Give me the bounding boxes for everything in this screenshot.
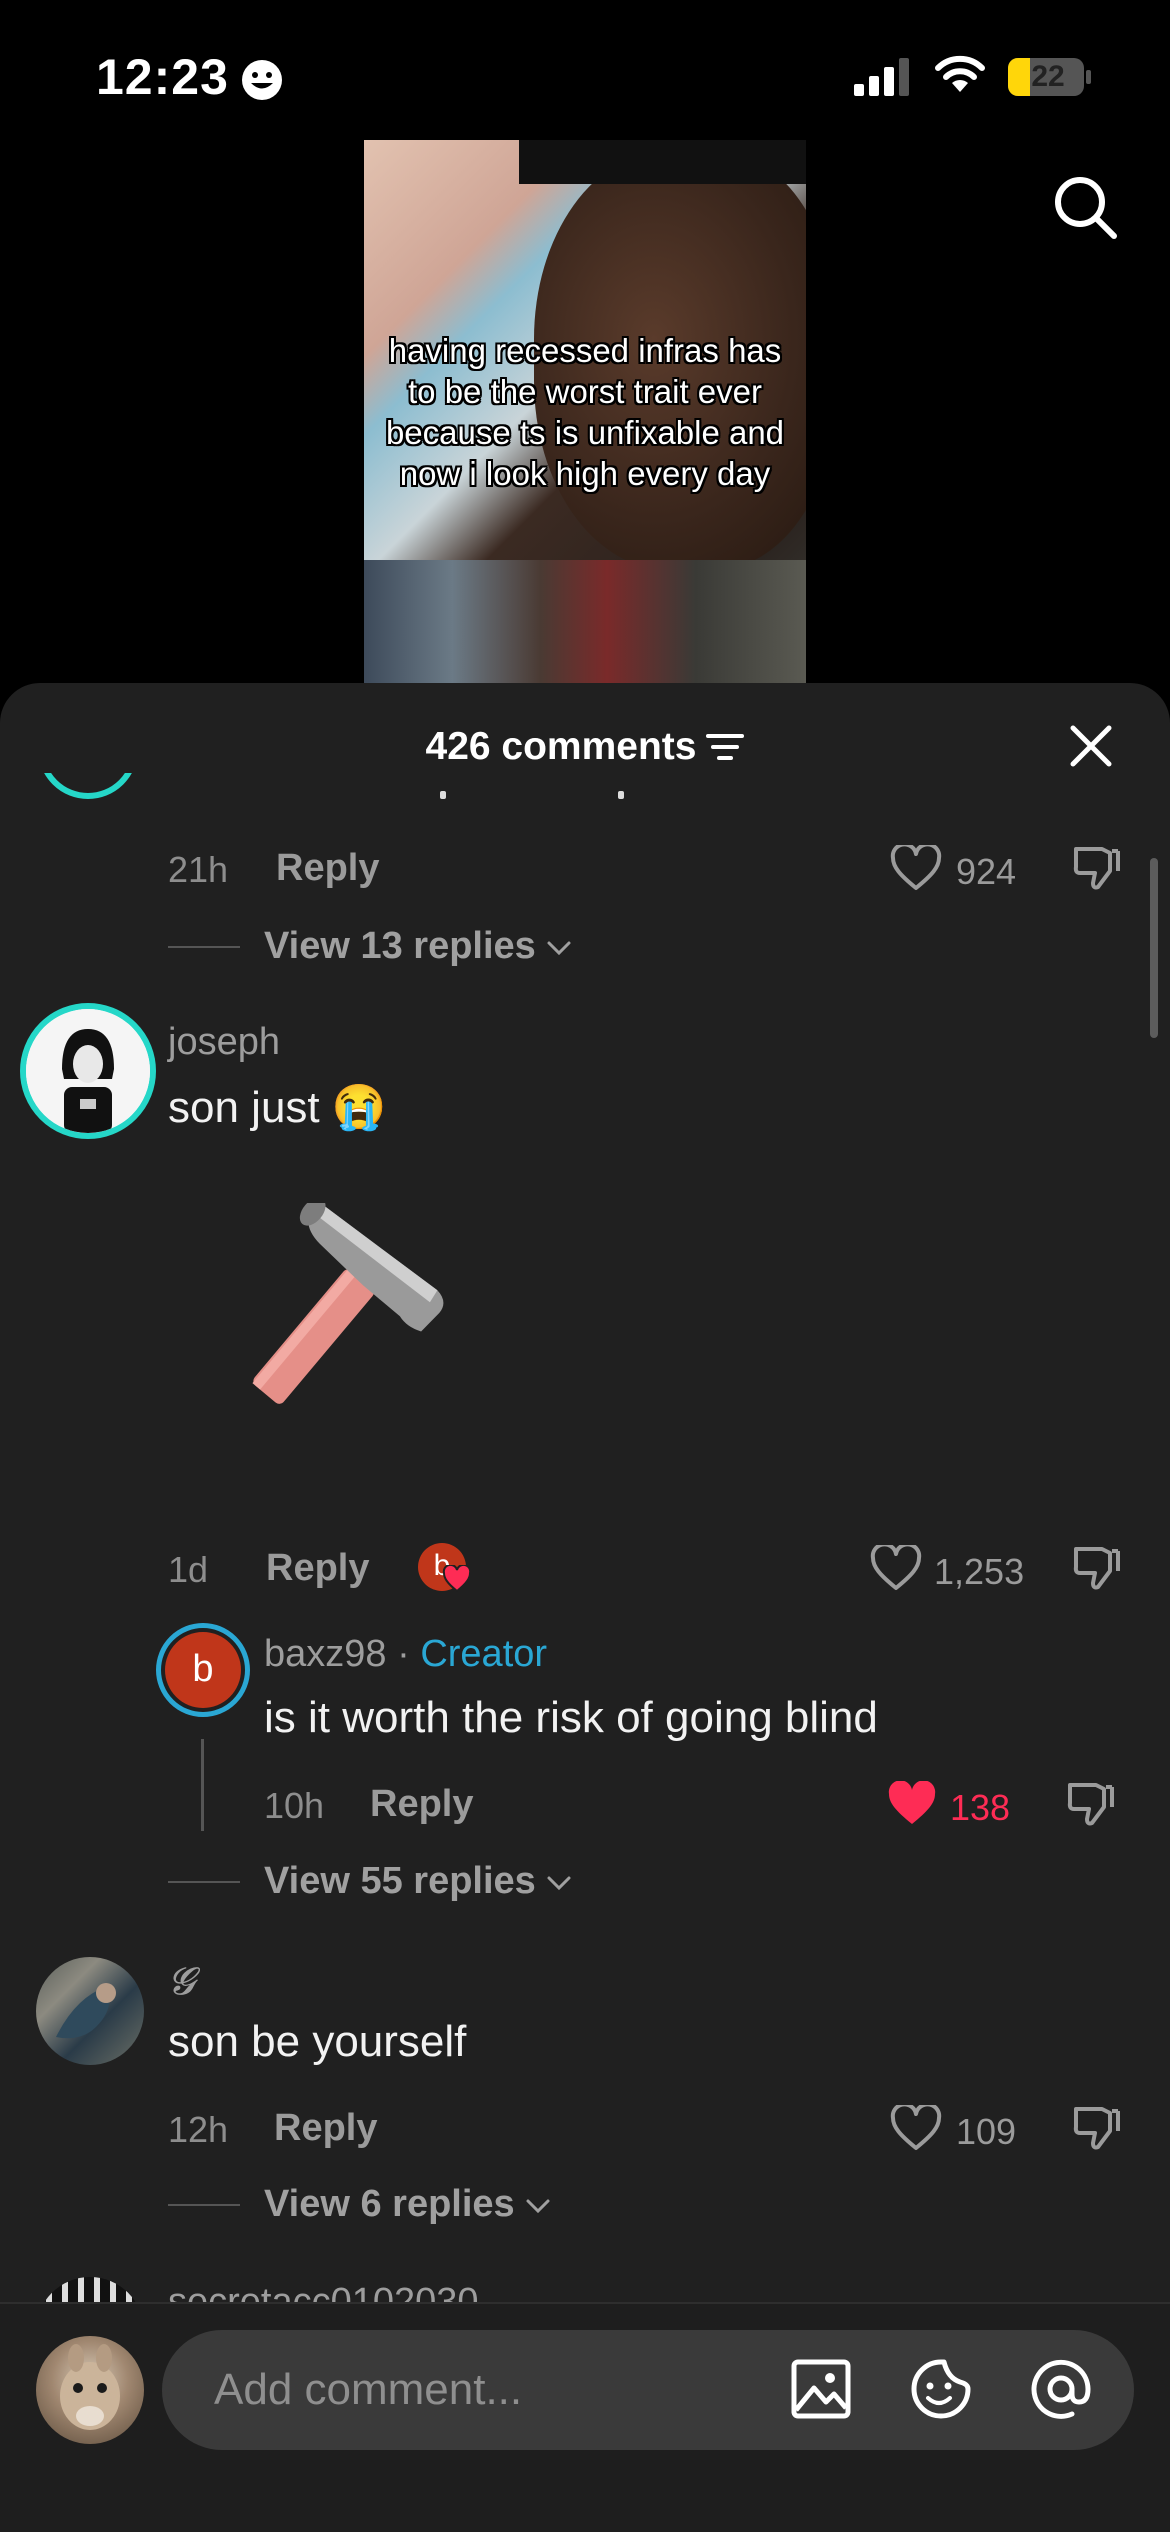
chevron-down-icon [526, 2199, 550, 2214]
comment-3-view-replies[interactable]: View 6 replies [264, 2183, 551, 2226]
comment-1-like-count: 1,253 [934, 1551, 1025, 1592]
dislike-icon[interactable] [1066, 1779, 1116, 1829]
comment-input[interactable] [162, 2330, 1134, 2450]
comment-3-like-count: 109 [956, 2111, 1017, 2152]
avatar[interactable] [36, 1957, 144, 2065]
video-preview[interactable]: having recessed infras has to be the wor… [364, 140, 806, 685]
smiley-face-icon [242, 60, 282, 100]
comment-3-time: 12h [168, 2109, 229, 2150]
comments-header: 426 comments [0, 683, 1170, 803]
avatar[interactable] [20, 1003, 156, 1139]
my-avatar-image [60, 2344, 120, 2430]
dislike-icon[interactable] [1072, 1543, 1122, 1593]
comments-sheet: 426 comments 21h Reply 924 View 13 repli… [0, 683, 1170, 2532]
comment-2-username[interactable]: baxz98 [264, 1633, 387, 1675]
avatar-ring-partial [38, 773, 138, 799]
creator-liked-badge: b [418, 1543, 472, 1595]
video-caption: having recessed infras has to be the wor… [385, 332, 785, 492]
comment-3-username[interactable]: 𝓖 [168, 1959, 195, 2004]
hammer-sticker[interactable] [220, 1203, 460, 1423]
mention-icon[interactable] [1028, 2356, 1094, 2422]
dislike-icon[interactable] [1072, 843, 1122, 893]
comment-0-time: 21h [168, 849, 229, 890]
my-avatar[interactable] [36, 2336, 144, 2444]
battery-level: 22 [1031, 60, 1065, 93]
avatar-image [26, 1009, 150, 1133]
comment-1-reply-button[interactable]: Reply [266, 1547, 369, 1590]
comments-count[interactable]: 426 comments [0, 723, 1170, 769]
heart-filled-icon [442, 1565, 472, 1593]
comment-0-cut-text [440, 791, 446, 799]
comment-0-cut-text-2 [618, 791, 624, 799]
image-icon[interactable] [788, 2356, 854, 2422]
heart-outline-icon[interactable] [870, 1545, 922, 1591]
creator-avatar-letter: b [165, 1632, 241, 1708]
comment-2-time: 10h [264, 1785, 325, 1826]
comment-2-view-replies[interactable]: View 55 replies [264, 1860, 572, 1903]
filter-icon[interactable] [706, 732, 745, 762]
search-icon[interactable] [1052, 174, 1118, 240]
comment-1-text: son just 😭 [168, 1083, 387, 1132]
video-frame-detail [519, 140, 806, 184]
scrollbar[interactable] [1150, 858, 1158, 1038]
comment-2-reply-button[interactable]: Reply [370, 1783, 473, 1826]
creator-reply-header: baxz98 · Creator [264, 1633, 547, 1676]
dislike-icon[interactable] [1072, 2103, 1122, 2153]
heart-filled-icon[interactable] [886, 1781, 938, 1827]
wifi-icon [935, 55, 985, 92]
heart-outline-icon[interactable] [890, 845, 942, 891]
cellular-signal-icon [854, 58, 909, 96]
status-bar: 12:23 22 [0, 0, 1170, 140]
view-replies-label: View 55 replies [264, 1860, 536, 1902]
close-icon[interactable] [1068, 723, 1114, 769]
comment-3-reply-button[interactable]: Reply [274, 2107, 377, 2150]
view-replies-label: View 13 replies [264, 925, 536, 967]
comment-2-text: is it worth the risk of going blind [264, 1693, 878, 1742]
thread-line [201, 1739, 204, 1831]
avatar-image [56, 1983, 116, 2039]
comment-1-time: 1d [168, 1549, 209, 1590]
sticker-icon[interactable] [908, 2356, 974, 2422]
comment-0-view-replies[interactable]: View 13 replies [264, 925, 572, 968]
comment-2-like-count: 138 [950, 1787, 1011, 1828]
separator: · [397, 1633, 410, 1675]
status-time: 12:23 [96, 49, 229, 105]
heart-outline-icon[interactable] [890, 2105, 942, 2151]
comment-0-like-count: 924 [956, 851, 1017, 892]
divider-line [168, 1881, 240, 1883]
creator-avatar[interactable]: b [156, 1623, 250, 1717]
comment-0-reply-button[interactable]: Reply [276, 847, 379, 890]
divider-line [168, 2204, 240, 2206]
chevron-down-icon [547, 1876, 571, 1891]
comment-1-username[interactable]: joseph [168, 1021, 280, 1064]
comments-count-label: 426 comments [425, 724, 697, 768]
video-frame-detail-2 [364, 560, 806, 685]
view-replies-label: View 6 replies [264, 2183, 515, 2225]
divider-line [168, 946, 240, 948]
creator-badge: Creator [420, 1633, 548, 1675]
comment-input-bar [0, 2302, 1170, 2532]
comment-3-text: son be yourself [168, 2017, 467, 2066]
chevron-down-icon [547, 941, 571, 956]
